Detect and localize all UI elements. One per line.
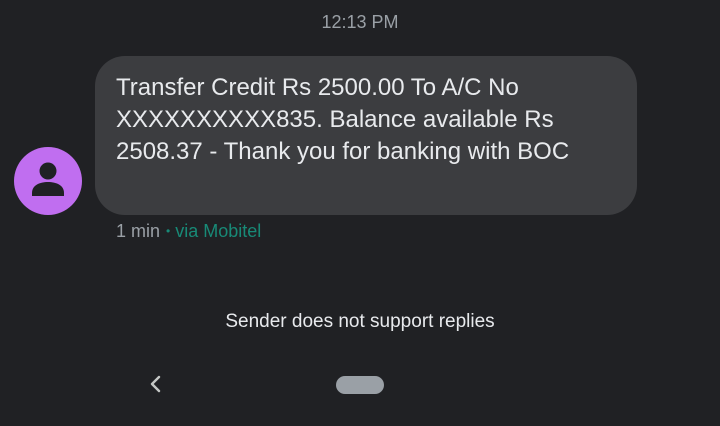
home-pill-icon[interactable] [336, 376, 384, 394]
message-age: 1 min [116, 221, 161, 241]
meta-separator: • [166, 224, 171, 238]
back-button[interactable] [144, 372, 168, 396]
message-text: Transfer Credit Rs 2500.00 To A/C No XXX… [116, 74, 570, 165]
sender-avatar[interactable] [14, 147, 82, 215]
reply-not-supported-notice: Sender does not support replies [225, 311, 495, 332]
message-meta: 1 min • via Mobitel [116, 219, 261, 245]
message-timestamp: 12:13 PM [321, 12, 399, 32]
person-icon [32, 162, 64, 196]
message-thread-screen: 12:13 PM Transfer Credit Rs 2500.00 To A… [0, 0, 720, 426]
chevron-left-icon [150, 375, 161, 393]
message-carrier: via Mobitel [175, 221, 262, 241]
message-bubble[interactable]: Transfer Credit Rs 2500.00 To A/C No XXX… [95, 56, 637, 215]
